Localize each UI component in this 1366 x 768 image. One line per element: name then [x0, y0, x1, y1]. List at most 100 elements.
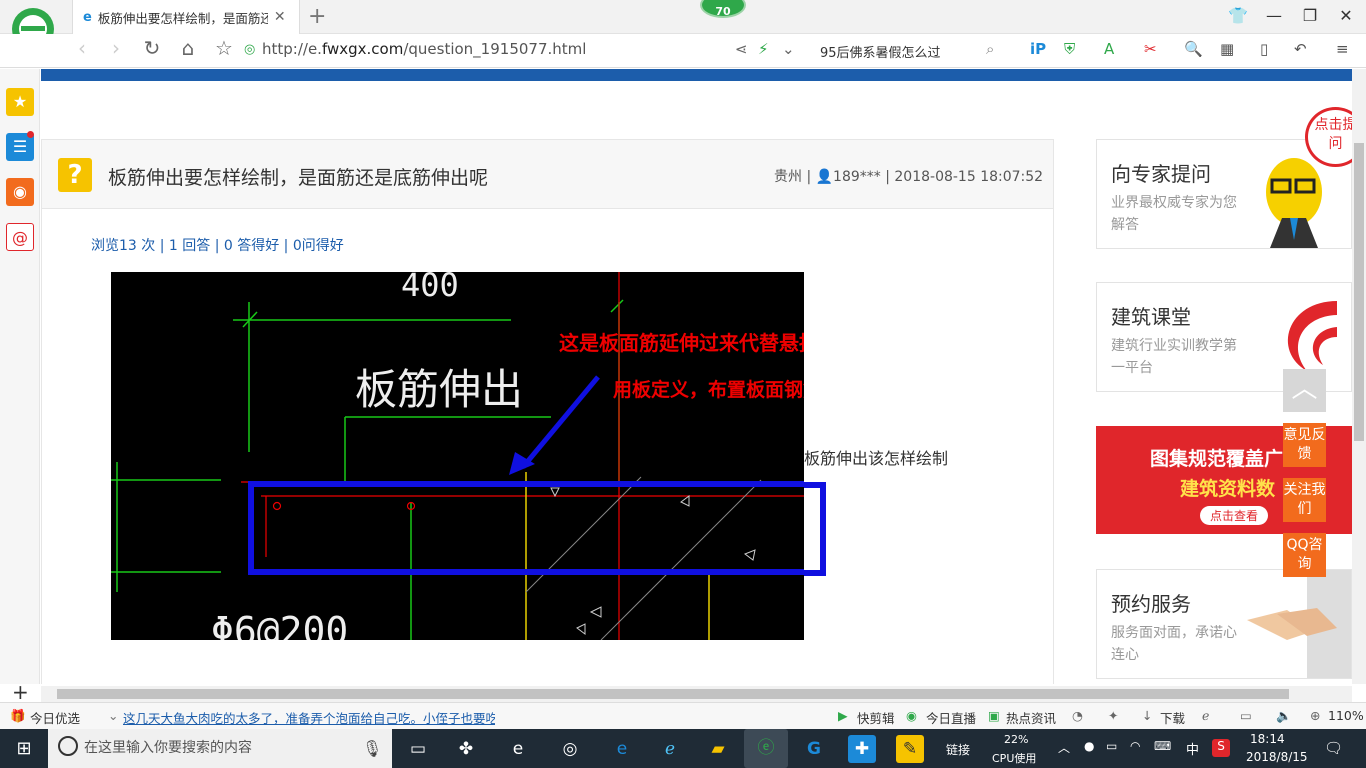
status-item-hot[interactable]: 热点资讯 — [1006, 708, 1056, 727]
close-window-icon[interactable]: ✕ — [1332, 4, 1360, 28]
ie-icon: e — [83, 9, 92, 25]
shirt-icon[interactable]: 👕 — [1224, 4, 1252, 28]
status-item-download[interactable]: 下载 — [1160, 708, 1185, 727]
browser-tab[interactable]: e 板筋伸出要怎样绘制，是面筋还是 ✕ — [72, 0, 300, 34]
chevron-down-icon[interactable]: ⌄ — [108, 708, 118, 723]
home-icon[interactable]: ⌂ — [176, 36, 200, 60]
back-icon[interactable]: ‹ — [70, 36, 94, 60]
apps-grid-icon[interactable]: ▦ — [1220, 40, 1234, 58]
microphone-icon[interactable]: 🎙 — [362, 739, 382, 758]
window-icon[interactable]: ▭ — [1240, 708, 1252, 723]
tray-keyboard-icon[interactable]: ⌨ — [1154, 739, 1171, 753]
volume-icon[interactable]: 🔈 — [1276, 708, 1292, 724]
windows-start-icon[interactable]: ⊞ — [10, 735, 38, 763]
card-appointment[interactable]: 预约服务 服务面对面，承诺心连心 — [1096, 569, 1352, 679]
card-subtitle: 业界最权威专家为您解答 — [1111, 195, 1237, 233]
ie-icon[interactable]: ℯ — [656, 735, 684, 763]
notes-app-icon[interactable]: ✎ — [896, 735, 924, 763]
question-description: 板筋伸出该怎样绘制 — [804, 449, 949, 468]
url-prefix: http://e. — [262, 40, 322, 58]
promo-button[interactable]: 点击查看 — [1200, 506, 1269, 525]
edge-legacy-icon[interactable]: e — [504, 735, 532, 763]
minimize-icon[interactable]: — — [1260, 4, 1288, 28]
question-mark-icon: ? — [58, 158, 92, 192]
vertical-scroll-thumb[interactable] — [1354, 143, 1364, 441]
cortana-icon — [58, 736, 78, 756]
cad-label-text: 板筋伸出 — [355, 365, 523, 414]
clock-date[interactable]: 2018/8/15 — [1246, 750, 1308, 764]
taskbar-search-input[interactable]: 在这里输入你要搜索的内容 — [48, 729, 392, 768]
gift-icon: 🎁 — [10, 708, 26, 723]
cad-note-1: 这是板面筋延伸过来代替悬挑板 — [559, 331, 804, 355]
browser-taskbar-icon[interactable]: ⓔ — [744, 729, 788, 768]
weibo-icon[interactable]: ◉ — [6, 178, 34, 206]
menu-icon[interactable]: ≡ — [1336, 40, 1349, 58]
magnifier-icon[interactable]: 🔍 — [1184, 40, 1203, 58]
cpu-label: CPU使用 — [992, 752, 1037, 765]
today-picks-label[interactable]: 今日优选 — [30, 708, 80, 727]
favorite-star-icon[interactable]: ☆ — [212, 36, 236, 60]
add-sidebar-icon[interactable]: + — [12, 680, 29, 704]
back-to-top-icon[interactable]: ︿ — [1283, 369, 1326, 412]
tray-battery-icon[interactable]: ▭ — [1106, 739, 1117, 753]
file-explorer-icon[interactable]: ▰ — [704, 735, 732, 763]
status-item-live[interactable]: 今日直播 — [926, 708, 976, 727]
forward-icon[interactable]: › — [104, 36, 128, 60]
plus-app-icon[interactable]: ✚ — [848, 735, 876, 763]
edge-icon[interactable]: e — [608, 735, 636, 763]
ime-indicator[interactable]: 中 — [1186, 739, 1199, 758]
action-center-icon[interactable]: 🗨 — [1324, 739, 1343, 757]
search-icon[interactable]: ⌕ — [986, 40, 994, 58]
refresh-icon[interactable]: ↻ — [140, 36, 164, 60]
restore-icon[interactable]: ❐ — [1296, 4, 1324, 28]
favorites-star-icon[interactable]: ★ — [6, 88, 34, 116]
clock-time[interactable]: 18:14 — [1250, 732, 1285, 746]
cad-note-2: 用板定义，布置板面钢筋 — [613, 378, 804, 401]
share-icon[interactable]: ⋖ — [735, 40, 748, 58]
status-item-clip[interactable]: 快剪辑 — [857, 708, 895, 727]
ie-mode-icon[interactable]: ℯ — [1202, 708, 1209, 723]
shield-yen-icon[interactable]: ⛨ — [1064, 40, 1075, 58]
zoom-level[interactable]: 110% — [1328, 708, 1364, 723]
tray-up-icon[interactable]: ︿ — [1058, 739, 1070, 756]
zoom-icon[interactable]: ⊕ — [1310, 708, 1320, 723]
cad-dimension-text: 400 — [401, 272, 459, 304]
tray-notification-icon[interactable]: ● — [1084, 739, 1094, 753]
cad-bottom-text: Φ6@200 — [211, 609, 348, 640]
undo-icon[interactable]: ↶ — [1294, 40, 1307, 58]
download-icon: ↓ — [1142, 708, 1153, 723]
handshake-icon — [1247, 570, 1351, 678]
card-title: 建筑课堂 — [1111, 305, 1191, 329]
mail-icon[interactable]: @ — [6, 223, 34, 251]
search-input[interactable]: 95后佛系暑假怎么过 — [820, 42, 941, 61]
scissors-icon[interactable]: ✂ — [1144, 40, 1157, 58]
lightning-icon[interactable]: ⚡ — [758, 40, 769, 58]
links-label[interactable]: 链接 — [946, 741, 970, 758]
speed-icon[interactable]: ◔ — [1072, 708, 1083, 723]
qq-consult-button[interactable]: QQ咨询 — [1283, 533, 1326, 577]
task-view-icon[interactable]: ▭ — [404, 735, 432, 763]
url-input[interactable]: http://e.fwxgx.com/question_1915077.html — [262, 40, 586, 58]
fan-app-icon[interactable]: ✤ — [452, 735, 480, 763]
card-subtitle: 建筑行业实训教学第一平台 — [1111, 338, 1237, 376]
pin-icon[interactable]: ✦ — [1108, 708, 1118, 723]
horizontal-scroll-thumb[interactable] — [57, 689, 1289, 699]
tray-network-icon[interactable]: ◠ — [1130, 739, 1140, 753]
news-icon: ▣ — [988, 708, 1000, 723]
feedback-button[interactable]: 意见反馈 — [1283, 423, 1326, 467]
tab-close-icon[interactable]: ✕ — [274, 9, 286, 25]
snail-app-icon[interactable]: ◎ — [556, 735, 584, 763]
cad-image[interactable]: 400 板筋伸出 这是板面筋延伸过来代替悬挑板 用板定义，布置板面钢筋 Φ6@2… — [111, 272, 804, 640]
g-app-icon[interactable]: G — [800, 735, 828, 763]
news-ticker-link[interactable]: 这几天大鱼大肉吃的太多了，准备弄个泡面给自己吃。小侄子也要吃... — [123, 708, 495, 727]
live-icon: ◉ — [906, 708, 917, 723]
new-tab-icon[interactable]: + — [308, 4, 326, 29]
follow-button[interactable]: 关注我们 — [1283, 478, 1326, 522]
translate-icon[interactable]: A — [1104, 40, 1114, 58]
page-title: 板筋伸出要怎样绘制，是面筋还是底筋伸出呢 — [108, 167, 489, 189]
sogou-icon[interactable]: S — [1212, 739, 1230, 757]
device-icon[interactable]: ▯ — [1260, 40, 1268, 58]
chevron-down-icon[interactable]: ⌄ — [782, 40, 795, 58]
ip-icon[interactable]: iP — [1030, 40, 1046, 58]
question-stats[interactable]: 浏览13 次 | 1 回答 | 0 答得好 | 0问得好 — [91, 235, 344, 255]
